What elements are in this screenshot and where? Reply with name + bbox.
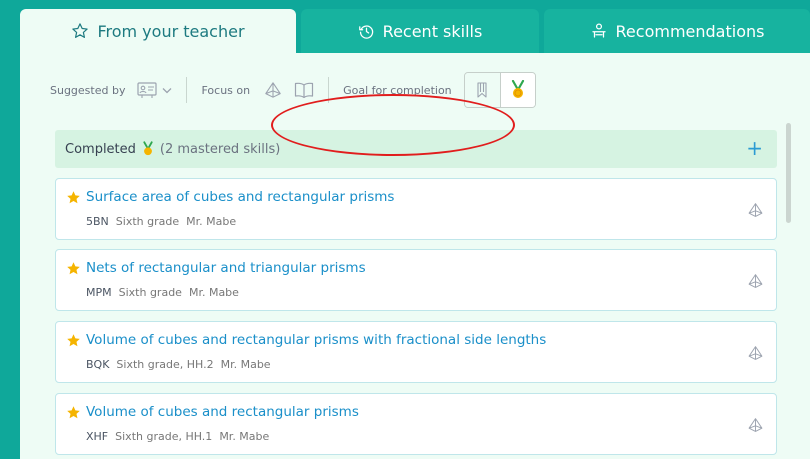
skill-card[interactable]: Nets of rectangular and triangular prism… — [55, 249, 777, 311]
expand-plus-icon[interactable]: + — [746, 137, 763, 159]
mastered-count: (2 mastered skills) — [159, 141, 281, 157]
open-book-icon — [295, 82, 314, 98]
goal-for-completion-label: Goal for completion — [343, 83, 452, 97]
skill-teacher: Mr. Mabe — [186, 215, 237, 228]
star-icon — [67, 406, 80, 419]
star-icon — [67, 334, 80, 347]
suggested-by-label: Suggested by — [50, 83, 126, 97]
star-outline-icon — [72, 23, 89, 38]
skill-grade: Sixth grade — [115, 215, 180, 228]
completed-label: Completed — [65, 141, 136, 157]
tab-label: From your teacher — [97, 21, 245, 41]
goal-toggle-group — [463, 72, 536, 108]
pyramid-icon — [748, 346, 763, 360]
recommendations-icon — [591, 23, 606, 38]
toolbar-divider — [186, 77, 188, 103]
pyramid-icon — [748, 274, 763, 288]
chevron-down-icon — [163, 87, 172, 93]
scrollbar-thumb[interactable] — [786, 123, 791, 223]
star-icon — [67, 262, 80, 275]
star-icon — [67, 191, 80, 204]
medal-icon — [511, 80, 524, 98]
skill-card[interactable]: Volume of cubes and rectangular prisms X… — [55, 393, 777, 455]
skill-meta: 5BN Sixth grade Mr. Mabe — [86, 215, 236, 228]
skill-code: XHF — [86, 430, 109, 443]
focus-on-label: Focus on — [201, 83, 251, 97]
skill-grade: Sixth grade — [118, 286, 182, 299]
completed-skills-bar[interactable]: Completed (2 mastered skills) + — [55, 130, 777, 168]
skill-meta: XHF Sixth grade, HH.1 Mr. Mabe — [86, 430, 269, 443]
medal-icon — [142, 141, 154, 157]
bookmark-icon — [477, 82, 487, 98]
classroom-board-icon — [137, 81, 158, 98]
filter-toolbar: Suggested by Focus on Goal for completio… — [50, 71, 610, 109]
skills-panel: Suggested by Focus on Goal for completio… — [20, 53, 810, 459]
skill-title[interactable]: Surface area of cubes and rectangular pr… — [86, 189, 394, 205]
toolbar-divider — [328, 77, 330, 103]
skill-teacher: Mr. Mabe — [188, 286, 239, 299]
skill-teacher: Mr. Mabe — [219, 430, 270, 443]
tab-bar: From your teacher Recent skills Recommen… — [20, 9, 810, 53]
tab-label: Recommendations — [615, 21, 765, 41]
skill-meta: MPM Sixth grade Mr. Mabe — [86, 286, 239, 299]
skill-title[interactable]: Volume of cubes and rectangular prisms w… — [86, 332, 546, 348]
skill-grade: Sixth grade, HH.1 — [115, 430, 213, 443]
tab-recent-skills[interactable]: Recent skills — [301, 9, 539, 53]
skill-grade: Sixth grade, HH.2 — [116, 358, 214, 371]
pyramid-icon — [748, 418, 763, 432]
skill-title[interactable]: Nets of rectangular and triangular prism… — [86, 260, 366, 276]
skill-card[interactable]: Volume of cubes and rectangular prisms w… — [55, 321, 777, 383]
tab-recommendations[interactable]: Recommendations — [544, 9, 810, 53]
skill-card[interactable]: Surface area of cubes and rectangular pr… — [55, 178, 777, 240]
skill-teacher: Mr. Mabe — [220, 358, 271, 371]
skill-code: MPM — [86, 286, 112, 299]
skill-code: 5BN — [86, 215, 109, 228]
skill-meta: BQK Sixth grade, HH.2 Mr. Mabe — [86, 358, 271, 371]
pyramid-icon — [748, 203, 763, 217]
history-clock-icon — [358, 24, 373, 39]
goal-medal-button[interactable] — [499, 73, 535, 107]
skill-code: BQK — [86, 358, 110, 371]
goal-bookmark-button[interactable] — [464, 73, 500, 107]
tab-from-your-teacher[interactable]: From your teacher — [20, 9, 296, 53]
focus-geometry-button[interactable] — [264, 81, 282, 99]
suggested-by-dropdown[interactable] — [137, 81, 172, 99]
skill-title[interactable]: Volume of cubes and rectangular prisms — [86, 404, 359, 420]
tab-label: Recent skills — [382, 21, 483, 41]
focus-book-button[interactable] — [294, 82, 314, 98]
pyramid-icon — [265, 82, 281, 98]
